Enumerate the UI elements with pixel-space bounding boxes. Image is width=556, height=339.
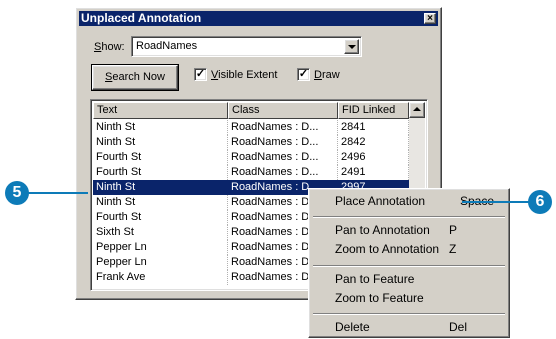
- show-select-value: RoadNames: [136, 40, 198, 52]
- show-layer-select[interactable]: RoadNames: [131, 36, 362, 57]
- menu-item-label: Pan to Feature: [335, 272, 415, 286]
- menu-item-shortcut: P: [449, 223, 458, 237]
- cell-fid-linked: 2841: [338, 120, 409, 135]
- menu-item-shortcut: Del: [449, 320, 468, 334]
- table-row[interactable]: Ninth St RoadNames : D... 2842: [93, 135, 409, 150]
- menu-item-delete[interactable]: Delete Del: [312, 319, 506, 336]
- table-row[interactable]: Fourth St RoadNames : D... 2491: [93, 165, 409, 180]
- search-now-button[interactable]: Search Now: [91, 64, 179, 91]
- cell-fid-linked: 2842: [338, 135, 409, 150]
- draw-label: raw: [321, 68, 340, 81]
- list-header: Text Class FID Linked: [93, 102, 409, 119]
- menu-item-label: Place Annotation: [335, 194, 426, 208]
- menu-item-label: Delete: [335, 320, 370, 334]
- visible-extent-checkbox[interactable]: ✓ Visible Extent: [194, 68, 277, 81]
- cell-class: RoadNames : D...: [228, 135, 338, 150]
- dialog-titlebar[interactable]: Unplaced Annotation ×: [79, 11, 438, 26]
- callout-leader-line: [462, 201, 530, 203]
- visible-extent-label: isible Extent: [218, 68, 278, 81]
- table-row[interactable]: Fourth St RoadNames : D... 2496: [93, 150, 409, 165]
- cell-text: Sixth St: [93, 225, 228, 240]
- cell-class: RoadNames : D...: [228, 165, 338, 180]
- checkmark-icon[interactable]: ✓: [194, 68, 207, 81]
- menu-item-zoom-to-annotation[interactable]: Zoom to Annotation Z: [312, 241, 506, 258]
- menu-item-pan-to-annotation[interactable]: Pan to Annotation P: [312, 222, 506, 239]
- dialog-title: Unplaced Annotation: [81, 11, 202, 25]
- draw-checkbox[interactable]: ✓ Draw: [297, 68, 340, 81]
- menu-separator: [313, 313, 505, 315]
- cell-text: Pepper Ln: [93, 255, 228, 270]
- draw-mnemonic: D: [314, 68, 322, 81]
- menu-separator: [313, 216, 505, 218]
- menu-item-label: Pan to Annotation: [335, 223, 430, 237]
- table-row[interactable]: Ninth St RoadNames : D... 2841: [93, 120, 409, 135]
- column-header-text[interactable]: Text: [93, 102, 228, 119]
- cell-text: Ninth St: [93, 180, 228, 195]
- menu-item-pan-to-feature[interactable]: Pan to Feature: [312, 271, 506, 288]
- cell-text: Pepper Ln: [93, 240, 228, 255]
- cell-text: Frank Ave: [93, 270, 228, 285]
- cell-fid-linked: 2496: [338, 150, 409, 165]
- search-button-label: earch Now: [112, 71, 165, 83]
- show-label: Show:: [94, 41, 125, 53]
- cell-text: Ninth St: [93, 195, 228, 210]
- column-header-fid-linked[interactable]: FID Linked: [338, 102, 409, 119]
- cell-class: RoadNames : D...: [228, 120, 338, 135]
- cell-text: Ninth St: [93, 120, 228, 135]
- cell-text: Fourth St: [93, 150, 228, 165]
- cell-text: Fourth St: [93, 165, 228, 180]
- cell-text: Fourth St: [93, 210, 228, 225]
- chevron-down-icon[interactable]: [344, 39, 359, 54]
- show-label-text: how:: [101, 41, 125, 53]
- column-header-class[interactable]: Class: [228, 102, 338, 119]
- callout-badge-5: 5: [5, 181, 29, 205]
- callout-badge-6: 6: [528, 190, 552, 214]
- scroll-up-icon[interactable]: [409, 102, 425, 118]
- menu-item-label: Zoom to Annotation: [335, 242, 440, 256]
- cell-fid-linked: 2491: [338, 165, 409, 180]
- menu-item-label: Zoom to Feature: [335, 291, 424, 305]
- cell-class: RoadNames : D...: [228, 150, 338, 165]
- checkmark-icon[interactable]: ✓: [297, 68, 310, 81]
- menu-separator: [313, 265, 505, 267]
- menu-item-shortcut: Z: [449, 242, 457, 256]
- menu-item-zoom-to-feature[interactable]: Zoom to Feature: [312, 290, 506, 307]
- callout-leader-line: [28, 192, 88, 194]
- close-icon[interactable]: ×: [424, 13, 436, 24]
- context-menu: Place AnnotationSpace Pan to AnnotationP…: [308, 188, 510, 338]
- cell-text: Ninth St: [93, 135, 228, 150]
